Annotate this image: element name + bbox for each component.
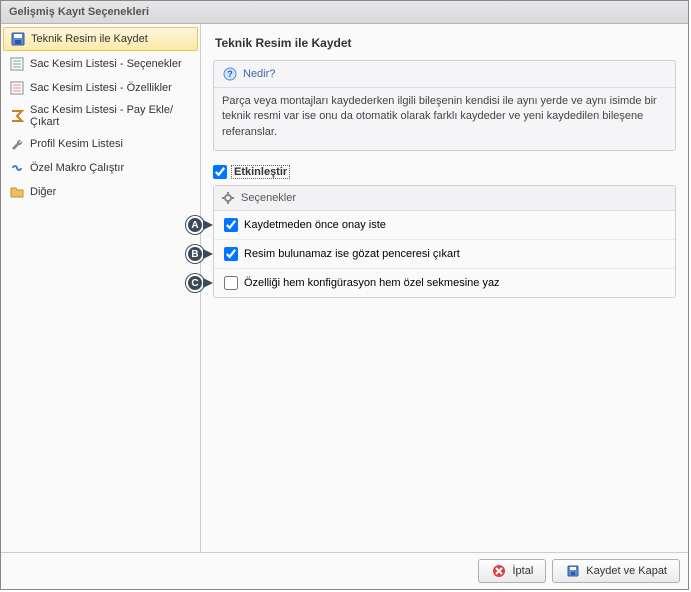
callout-a: A xyxy=(186,216,213,234)
sidebar-item-label: Sac Kesim Listesi - Pay Ekle/Çıkart xyxy=(30,104,194,128)
option-row-confirm-before-save[interactable]: A Kaydetmeden önce onay iste xyxy=(214,211,675,239)
sidebar-item-other[interactable]: Diğer xyxy=(1,180,200,204)
save-close-button[interactable]: Kaydet ve Kapat xyxy=(552,559,680,583)
sidebar-item-profile-cutlist[interactable]: Profil Kesim Listesi xyxy=(1,132,200,156)
callout-label: A xyxy=(186,216,204,234)
sidebar-item-label: Sac Kesim Listesi - Seçenekler xyxy=(30,58,182,70)
main-panel: Teknik Resim ile Kaydet ? Nedir? Parça v… xyxy=(201,24,688,552)
cancel-label: İptal xyxy=(512,565,533,577)
sidebar-item-label: Sac Kesim Listesi - Özellikler xyxy=(30,82,172,94)
options-header: Seçenekler xyxy=(214,186,675,211)
gear-icon xyxy=(220,190,236,206)
callout-c: C xyxy=(186,274,213,292)
save-icon xyxy=(565,563,581,579)
callout-label: B xyxy=(186,245,204,263)
sidebar-item-label: Profil Kesim Listesi xyxy=(30,138,123,150)
enable-checkbox[interactable] xyxy=(213,165,227,179)
sidebar-item-cutlist-properties[interactable]: Sac Kesim Listesi - Özellikler xyxy=(1,76,200,100)
wrench-icon xyxy=(9,136,25,152)
sigma-icon xyxy=(9,108,25,124)
option-row-write-both-tabs[interactable]: C Özelliği hem konfigürasyon hem özel se… xyxy=(214,268,675,297)
callout-b: B xyxy=(186,245,213,263)
sidebar-item-label: Özel Makro Çalıştır xyxy=(30,162,124,174)
help-icon: ? xyxy=(222,66,238,82)
sidebar-item-cutlist-options[interactable]: Sac Kesim Listesi - Seçenekler xyxy=(1,52,200,76)
option-checkbox-b[interactable] xyxy=(224,247,238,261)
cancel-button[interactable]: İptal xyxy=(478,559,546,583)
list-properties-icon xyxy=(9,80,25,96)
help-title: Nedir? xyxy=(243,68,275,80)
list-options-icon xyxy=(9,56,25,72)
enable-label: Etkinleştir xyxy=(231,165,290,179)
dialog-window: Gelişmiş Kayıt Seçenekleri Teknik Resim … xyxy=(0,0,689,590)
sidebar-item-cutlist-allowance[interactable]: Sac Kesim Listesi - Pay Ekle/Çıkart xyxy=(1,100,200,132)
help-body-text: Parça veya montajları kaydederken ilgili… xyxy=(214,88,675,150)
sidebar: Teknik Resim ile Kaydet Sac Kesim Listes… xyxy=(1,24,201,552)
option-checkbox-a[interactable] xyxy=(224,218,238,232)
option-label: Resim bulunamaz ise gözat penceresi çıka… xyxy=(244,248,460,260)
help-header: ? Nedir? xyxy=(214,61,675,88)
infinity-icon xyxy=(9,160,25,176)
option-checkbox-c[interactable] xyxy=(224,276,238,290)
dialog-footer: İptal Kaydet ve Kapat xyxy=(1,552,688,589)
folder-icon xyxy=(9,184,25,200)
option-row-browse-if-missing[interactable]: B Resim bulunamaz ise gözat penceresi çı… xyxy=(214,239,675,268)
main-heading: Teknik Resim ile Kaydet xyxy=(213,32,676,60)
enable-row[interactable]: Etkinleştir xyxy=(213,165,676,179)
help-box: ? Nedir? Parça veya montajları kaydederk… xyxy=(213,60,676,151)
save-label: Kaydet ve Kapat xyxy=(586,565,667,577)
sidebar-item-label: Diğer xyxy=(30,186,56,198)
sidebar-item-custom-macro[interactable]: Özel Makro Çalıştır xyxy=(1,156,200,180)
window-title: Gelişmiş Kayıt Seçenekleri xyxy=(1,1,688,24)
option-label: Özelliği hem konfigürasyon hem özel sekm… xyxy=(244,277,500,289)
svg-text:?: ? xyxy=(227,69,233,79)
save-drawing-icon xyxy=(10,31,26,47)
cancel-icon xyxy=(491,563,507,579)
callout-label: C xyxy=(186,274,204,292)
sidebar-item-save-with-drawing[interactable]: Teknik Resim ile Kaydet xyxy=(3,27,198,51)
options-box: Seçenekler A Kaydetmeden önce onay iste … xyxy=(213,185,676,298)
option-label: Kaydetmeden önce onay iste xyxy=(244,219,386,231)
dialog-body: Teknik Resim ile Kaydet Sac Kesim Listes… xyxy=(1,24,688,552)
sidebar-item-label: Teknik Resim ile Kaydet xyxy=(31,33,148,45)
options-title: Seçenekler xyxy=(241,192,296,204)
